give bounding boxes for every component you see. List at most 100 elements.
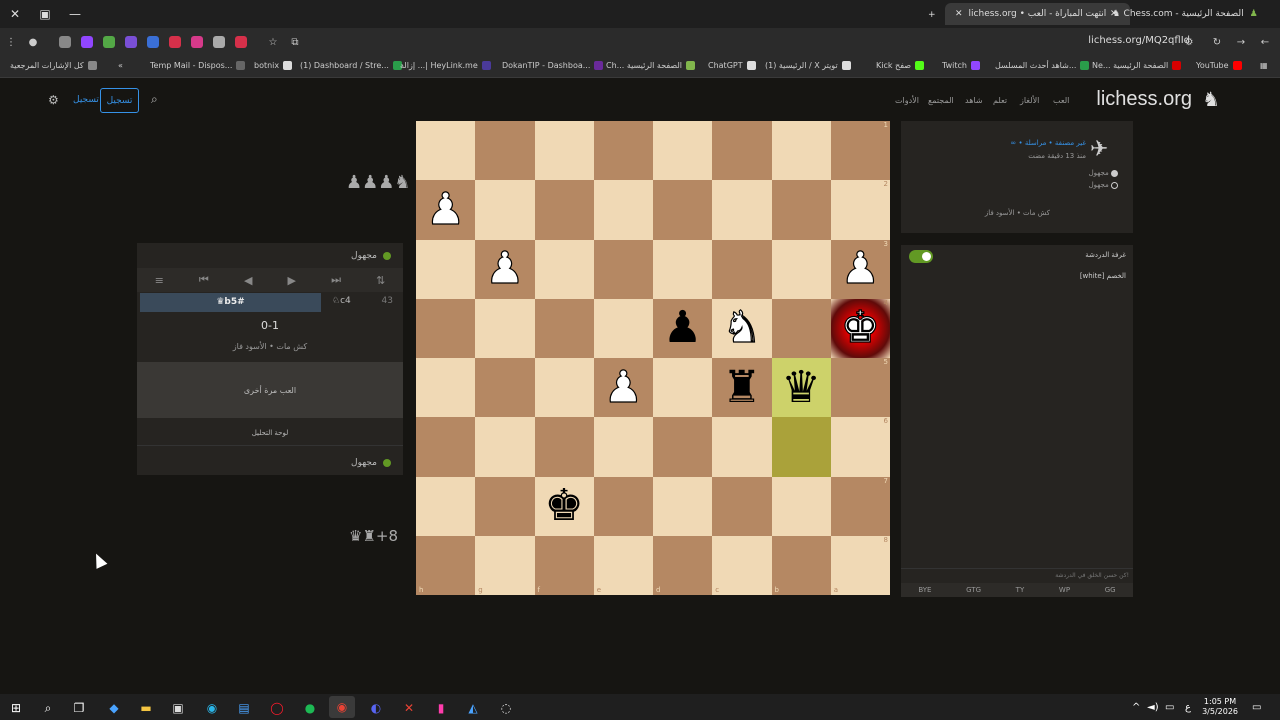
square-e2[interactable] [593, 180, 653, 240]
minimize-icon[interactable]: — [60, 0, 90, 28]
chat-input[interactable]: كن حسن الخلق في الدردشة! [901, 568, 1133, 582]
new-tab-button[interactable]: + [918, 4, 946, 26]
square-h7[interactable] [416, 476, 476, 536]
square-e5[interactable]: ♟ [593, 358, 653, 418]
edge-icon[interactable]: ◉ [203, 699, 221, 717]
square-d3[interactable] [653, 239, 713, 299]
square-h2[interactable]: ♟ [416, 180, 476, 240]
first-move-icon[interactable]: ⏮ [199, 273, 209, 287]
square-c2[interactable] [712, 180, 772, 240]
square-f4[interactable] [534, 298, 594, 358]
square-f2[interactable] [534, 180, 594, 240]
file-explorer-icon[interactable]: ▬ [137, 699, 155, 717]
bookmark-all[interactable]: كل الإشارات المرجعية [10, 61, 97, 70]
square-g7[interactable] [475, 476, 535, 536]
bookmark-item[interactable]: botnix [254, 61, 293, 70]
square-c5[interactable]: ♜ [712, 358, 772, 418]
twitch-extension-icon[interactable] [81, 36, 93, 48]
tab-chesscom[interactable]: ✕ Chess.com - الصفحة الرئيسية ♟ [1100, 3, 1268, 25]
url-field[interactable]: lichess.org/MQ2qflId [1088, 35, 1190, 46]
extension-icon[interactable] [147, 36, 159, 48]
menu-icon[interactable]: ⋮ [0, 31, 22, 53]
square-e8[interactable]: e [593, 535, 653, 595]
share-icon[interactable]: ⧉ [284, 31, 306, 53]
square-a5[interactable]: 5 [830, 358, 890, 418]
move-white[interactable]: ♘c4 [332, 296, 351, 306]
nav-learn[interactable]: تعلم [993, 96, 1007, 105]
preset-wp[interactable]: WP [1059, 586, 1070, 594]
square-b1[interactable] [771, 121, 831, 181]
bookmark-item[interactable]: Ne... الصفحة الرئيسية [1092, 61, 1182, 70]
tab-actions-icon[interactable]: ▣ [30, 0, 60, 28]
square-e7[interactable] [593, 476, 653, 536]
square-f5[interactable] [534, 358, 594, 418]
menu-icon[interactable]: ≡ [155, 274, 164, 287]
black-piece-icon[interactable]: ♟ [663, 306, 702, 350]
square-f3[interactable] [534, 239, 594, 299]
settings-gear-icon[interactable]: ⚙ [48, 93, 59, 107]
extension-icon[interactable] [213, 36, 225, 48]
site-logo[interactable]: lichess.org [1096, 88, 1192, 111]
nav-watch[interactable]: شاهد [965, 96, 983, 105]
white-piece-icon[interactable]: ♟ [603, 365, 644, 410]
square-b3[interactable] [771, 239, 831, 299]
rematch-button[interactable]: العب مرة أخرى [137, 362, 403, 418]
square-h5[interactable] [416, 358, 476, 418]
nav-puzzles[interactable]: الألغاز [1020, 96, 1039, 105]
last-move-icon[interactable]: ⏭ [331, 273, 341, 287]
prev-move-icon[interactable]: ◀ [244, 274, 252, 287]
preset-gg[interactable]: GG [1105, 586, 1116, 594]
chrome-icon[interactable]: ◉ [329, 696, 355, 718]
square-e1[interactable] [593, 121, 653, 181]
square-a6[interactable]: 6 [830, 417, 890, 477]
square-b6[interactable] [771, 417, 831, 477]
bookmark-item[interactable]: إزالة ...| HeyLink.me [400, 61, 491, 70]
player-name[interactable]: مجهول [351, 251, 377, 261]
square-g3[interactable]: ♟ [475, 239, 535, 299]
extension-icon[interactable] [191, 36, 203, 48]
signup-link[interactable]: تسجيل [73, 95, 99, 105]
preset-bye[interactable]: BYE [918, 586, 931, 594]
analysis-board-button[interactable]: لوحة التحليل [137, 420, 403, 446]
extension-icon[interactable] [59, 36, 71, 48]
steam-icon[interactable]: ◭ [464, 699, 482, 717]
black-piece-icon[interactable]: ♚ [544, 484, 583, 528]
discord-icon[interactable]: ◐ [367, 699, 385, 717]
bookmarks-menu-icon[interactable]: ▦ [1260, 61, 1268, 70]
tray-chevron-icon[interactable]: ^ [1132, 702, 1140, 713]
nav-play[interactable]: العب [1053, 96, 1069, 105]
site-settings-icon[interactable]: ⚙ [1178, 31, 1200, 53]
square-h8[interactable]: h [416, 535, 476, 595]
extension-icon[interactable] [103, 36, 115, 48]
black-piece-icon[interactable]: ♜ [722, 365, 761, 410]
preset-ty[interactable]: TY [1016, 586, 1025, 594]
bookmark-item[interactable]: (1) Dashboard / Stre... [300, 61, 402, 70]
keyboard-language-icon[interactable]: ع [1185, 702, 1191, 713]
signin-button[interactable]: تسجيل [100, 88, 139, 113]
square-f1[interactable] [534, 121, 594, 181]
app-icon[interactable]: ◌ [497, 699, 515, 717]
square-b4[interactable] [771, 298, 831, 358]
square-a8[interactable]: 8a [830, 535, 890, 595]
bookmark-item[interactable]: Twitch [942, 61, 980, 70]
white-piece-icon[interactable]: ♟ [485, 246, 526, 291]
clock[interactable]: 1:05 PM 3/5/2026 [1202, 697, 1238, 717]
opera-icon[interactable]: ◯ [268, 699, 286, 717]
bookmark-item[interactable]: ChatGPT [708, 61, 756, 70]
search-icon[interactable]: ⌕ [151, 92, 158, 107]
bookmark-more-icon[interactable]: « [118, 61, 123, 70]
square-d5[interactable] [653, 358, 713, 418]
white-piece-icon[interactable]: ♚ [840, 305, 881, 350]
flip-board-icon[interactable]: ⇅ [376, 274, 385, 287]
bookmark-item[interactable]: Temp Mail - Dispos... [150, 61, 246, 70]
square-d2[interactable] [653, 180, 713, 240]
square-e4[interactable] [593, 298, 653, 358]
square-c3[interactable] [712, 239, 772, 299]
square-f8[interactable]: f [534, 535, 594, 595]
player-name[interactable]: مجهول [1089, 169, 1109, 177]
square-h4[interactable] [416, 298, 476, 358]
square-d7[interactable] [653, 476, 713, 536]
app-icon[interactable]: ▤ [235, 699, 253, 717]
spotify-icon[interactable]: ● [301, 699, 319, 717]
square-g4[interactable] [475, 298, 535, 358]
